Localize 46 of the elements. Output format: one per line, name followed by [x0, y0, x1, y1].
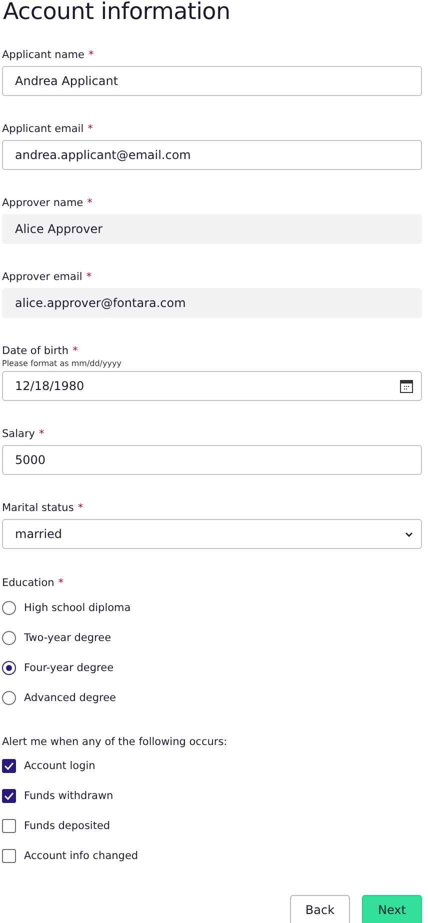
select-field[interactable]: married [2, 519, 422, 549]
radio-button[interactable] [2, 601, 16, 615]
field-label: Approver email [2, 270, 82, 284]
required-mark: * [88, 122, 93, 136]
radio-button[interactable] [2, 691, 16, 705]
field-label: Applicant email [2, 122, 84, 136]
required-mark: * [38, 427, 44, 441]
required-mark: * [78, 501, 84, 515]
field-hint: Please format as mm/dd/yyyy [2, 358, 122, 369]
checkbox-label: Account login [24, 760, 96, 772]
checkbox[interactable] [2, 759, 16, 773]
next-button[interactable]: Next [362, 895, 422, 923]
radio-button[interactable] [2, 661, 16, 675]
field-label: Marital status [2, 501, 74, 515]
date-field[interactable]: 12/18/1980 [2, 371, 422, 401]
required-mark: * [72, 344, 78, 358]
group-label: Alert me when any of the following occurs: [2, 735, 228, 749]
back-button[interactable]: Back [290, 895, 350, 923]
radio-label: Four-year degree [24, 662, 114, 674]
input-field[interactable]: Andrea Applicant [2, 66, 422, 96]
checkbox[interactable] [2, 819, 16, 833]
radio-button[interactable] [2, 631, 16, 645]
required-mark: * [86, 270, 92, 284]
field-label: Applicant name [2, 48, 84, 62]
field-label: Date of birth [2, 344, 69, 358]
checkbox-label: Account info changed [24, 850, 138, 862]
input-field: alice.approver@fontara.com [2, 288, 422, 318]
chevron-down-icon [405, 532, 413, 536]
input-field: Alice Approver [2, 214, 422, 244]
input-field[interactable]: 5000 [2, 445, 422, 475]
radio-label: Two-year degree [24, 632, 112, 644]
radio-label: Advanced degree [24, 692, 116, 704]
calendar-icon[interactable] [400, 380, 413, 392]
radio-label: High school diploma [24, 602, 131, 614]
required-mark: * [58, 576, 64, 590]
checkbox[interactable] [2, 789, 16, 803]
group-label: Education [2, 576, 54, 590]
page-title: Account information [3, 0, 232, 27]
checkbox[interactable] [2, 849, 16, 863]
checkbox-label: Funds deposited [24, 820, 110, 832]
field-label: Salary [2, 427, 35, 441]
field-label: Approver name [2, 196, 84, 210]
checkbox-label: Funds withdrawn [24, 790, 114, 802]
input-field[interactable]: andrea.applicant@email.com [2, 140, 422, 170]
required-mark: * [87, 196, 92, 210]
required-mark: * [88, 48, 94, 62]
